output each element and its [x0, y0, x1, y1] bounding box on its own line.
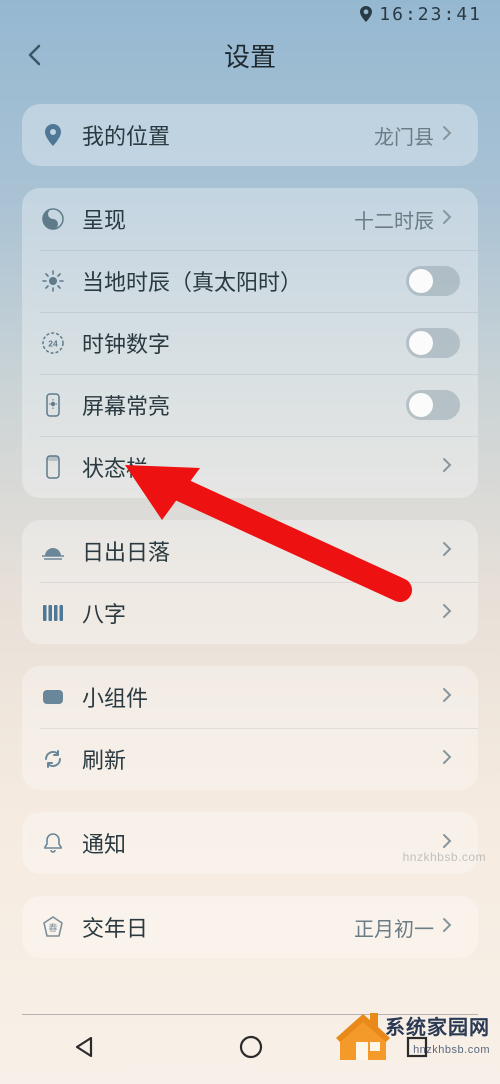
spring-icon: 春 — [40, 914, 66, 940]
clock-digits-toggle[interactable] — [406, 328, 460, 358]
chevron-left-icon — [27, 44, 41, 66]
chevron-right-icon — [442, 457, 460, 478]
sunrise-icon — [40, 538, 66, 564]
chevron-right-icon — [442, 917, 460, 938]
card-notification: 通知 — [22, 812, 478, 874]
card-sunrise: 日出日落 八字 — [22, 520, 478, 644]
phone-bright-icon — [40, 392, 66, 418]
status-bar-label: 状态栏 — [82, 451, 442, 483]
cross-year-label: 交年日 — [82, 911, 354, 943]
keep-screen-on-toggle[interactable] — [406, 390, 460, 420]
yinyang-icon — [40, 206, 66, 232]
brand-text-cn: 系统家园网 — [385, 1011, 490, 1040]
row-widget[interactable]: 小组件 — [22, 666, 478, 728]
keep-screen-on-label: 屏幕常亮 — [82, 389, 406, 421]
row-keep-screen-on[interactable]: 屏幕常亮 — [22, 374, 478, 436]
local-time-toggle[interactable] — [406, 266, 460, 296]
row-notification[interactable]: 通知 — [22, 812, 478, 874]
location-pin-icon — [359, 6, 373, 22]
location-icon — [40, 122, 66, 148]
svg-text:24: 24 — [48, 339, 58, 349]
chevron-right-icon — [442, 541, 460, 562]
chevron-right-icon — [442, 125, 460, 146]
chevron-right-icon — [442, 749, 460, 770]
clock-digits-label: 时钟数字 — [82, 327, 406, 359]
header: 设置 — [0, 28, 500, 82]
card-display: 呈现 十二时辰 当地时辰（真太阳时） 24 时钟数字 屏幕常亮 — [22, 188, 478, 498]
notification-label: 通知 — [82, 827, 442, 859]
back-button[interactable] — [22, 43, 46, 67]
page-title: 设置 — [224, 37, 276, 74]
nav-home-button[interactable] — [238, 1034, 264, 1065]
card-location: 我的位置 龙门县 — [22, 104, 478, 166]
sun-icon — [40, 268, 66, 294]
my-location-value: 龙门县 — [374, 121, 434, 150]
svg-text:春: 春 — [48, 922, 57, 933]
bars-icon — [40, 600, 66, 626]
chevron-right-icon — [442, 603, 460, 624]
brand-text-en: hnzkhbsb.com — [413, 1044, 490, 1056]
sunrise-sunset-label: 日出日落 — [82, 535, 442, 567]
row-status-bar[interactable]: 状态栏 — [22, 436, 478, 498]
my-location-label: 我的位置 — [82, 119, 374, 151]
bell-icon — [40, 830, 66, 856]
cross-year-value: 正月初一 — [354, 913, 434, 942]
row-sunrise-sunset[interactable]: 日出日落 — [22, 520, 478, 582]
row-presentation[interactable]: 呈现 十二时辰 — [22, 188, 478, 250]
row-local-time[interactable]: 当地时辰（真太阳时） — [22, 250, 478, 312]
row-cross-year[interactable]: 春 交年日 正月初一 — [22, 896, 478, 958]
chevron-right-icon — [442, 209, 460, 230]
presentation-value: 十二时辰 — [354, 205, 434, 234]
card-widget: 小组件 刷新 — [22, 666, 478, 790]
nav-back-button[interactable] — [71, 1034, 97, 1065]
watermark: hnzkhbsb.com — [403, 850, 486, 864]
phone-top-icon — [40, 454, 66, 480]
bazi-label: 八字 — [82, 597, 442, 629]
presentation-label: 呈现 — [82, 203, 354, 235]
brand-badge: 系统家园网 hnzkhbsb.com — [320, 994, 500, 1084]
card-cross-year: 春 交年日 正月初一 — [22, 896, 478, 958]
house-logo-icon — [336, 1012, 390, 1062]
local-time-label: 当地时辰（真太阳时） — [82, 265, 406, 297]
row-refresh[interactable]: 刷新 — [22, 728, 478, 790]
status-time: 16:23:41 — [379, 4, 482, 25]
row-my-location[interactable]: 我的位置 龙门县 — [22, 104, 478, 166]
status-bar: 16:23:41 — [0, 0, 500, 28]
widget-icon — [40, 684, 66, 710]
row-bazi[interactable]: 八字 — [22, 582, 478, 644]
clock-24-icon: 24 — [40, 330, 66, 356]
refresh-label: 刷新 — [82, 743, 442, 775]
refresh-icon — [40, 746, 66, 772]
widget-label: 小组件 — [82, 681, 442, 713]
row-clock-digits[interactable]: 24 时钟数字 — [22, 312, 478, 374]
chevron-right-icon — [442, 687, 460, 708]
